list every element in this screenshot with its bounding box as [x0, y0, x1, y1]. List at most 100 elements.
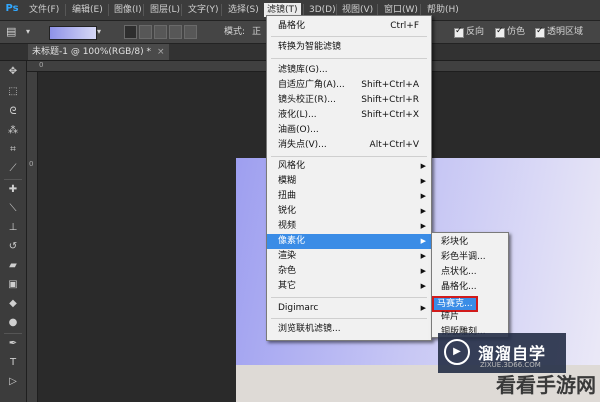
mode-select[interactable]: 正	[252, 26, 261, 38]
diamond-gradient-button[interactable]	[184, 25, 197, 39]
filter-adaptive-wide-angle[interactable]: 自适应广角(A)... Shift+Ctrl+A	[267, 78, 431, 93]
menu-item-shortcut: Ctrl+F	[390, 21, 419, 31]
blur-icon[interactable]: ◆	[4, 297, 22, 311]
menu-separator	[181, 4, 182, 16]
move-icon[interactable]: ✥	[4, 65, 22, 79]
history-brush-icon[interactable]: ↺	[4, 240, 22, 254]
filter-vanishing-point[interactable]: 消失点(V)... Alt+Ctrl+V	[267, 138, 431, 153]
gradient-dropdown-icon[interactable]: ▾	[97, 26, 101, 38]
play-logo-icon: ▶	[444, 339, 470, 365]
site-watermark: 看看手游网	[496, 373, 596, 397]
menu-item-label: 消失点(V)...	[278, 140, 327, 150]
crop-icon[interactable]: ⌗	[4, 143, 22, 157]
menu-separator	[271, 36, 427, 37]
filter-pixelate[interactable]: 像素化 ▶	[267, 234, 431, 249]
mode-label: 模式:	[224, 27, 246, 37]
menu-item-label: 液化(L)...	[278, 110, 317, 120]
menu-separator	[65, 4, 66, 16]
lasso-icon[interactable]: ᘓ	[4, 105, 22, 119]
filter-distort[interactable]: 扭曲 ▶	[267, 189, 431, 204]
menu-item-label: 渲染	[278, 251, 297, 261]
menu-item-shortcut: Shift+Ctrl+X	[361, 110, 419, 120]
pixelate-facet[interactable]: 彩块化	[432, 235, 508, 250]
marquee-icon[interactable]: ⬚	[4, 85, 22, 99]
menu-item-label: 其它	[278, 281, 297, 291]
menu-layer[interactable]: 图层(L)	[147, 3, 183, 17]
angle-gradient-button[interactable]	[154, 25, 167, 39]
filter-digimarc[interactable]: Digimarc ▶	[267, 301, 431, 316]
filter-menu: 晶格化 Ctrl+F 转换为智能滤镜 滤镜库(G)... 自适应广角(A)... S…	[266, 15, 432, 341]
filter-gallery[interactable]: 滤镜库(G)...	[267, 63, 431, 78]
dodge-icon[interactable]: ●	[4, 316, 22, 330]
menu-file[interactable]: 文件(F)	[26, 3, 62, 17]
pixelate-pointillize[interactable]: 点状化...	[432, 265, 508, 280]
brush-icon[interactable]: ⟍	[4, 202, 22, 216]
close-tab-icon[interactable]: ×	[157, 47, 165, 57]
filter-oil-paint[interactable]: 油画(O)...	[267, 123, 431, 138]
menu-item-label: 滤镜库(G)...	[278, 65, 328, 75]
menu-image[interactable]: 图像(I)	[111, 3, 145, 17]
radial-gradient-button[interactable]	[139, 25, 152, 39]
magic-wand-icon[interactable]: ⁂	[4, 124, 22, 138]
document-tab-title: 未标题-1 @ 100%(RGB/8) *	[32, 47, 151, 57]
submenu-item-label: 彩块化	[441, 237, 469, 247]
submenu-arrow-icon: ▶	[420, 162, 426, 170]
transparency-checkbox[interactable]	[535, 26, 545, 38]
filter-lens-correction[interactable]: 镜头校正(R)... Shift+Ctrl+R	[267, 93, 431, 108]
filter-liquify[interactable]: 液化(L)... Shift+Ctrl+X	[267, 108, 431, 123]
submenu-arrow-icon: ▶	[420, 304, 426, 312]
eyedropper-icon[interactable]: ⟋	[4, 162, 22, 176]
filter-noise[interactable]: 杂色 ▶	[267, 264, 431, 279]
gradient-icon[interactable]: ▣	[4, 278, 22, 292]
menu-separator	[271, 58, 427, 59]
tools-panel: ✥ ⬚ ᘓ ⁂ ⌗ ⟋ ✚ ⟍ ⊥ ↺ ▰ ▣ ◆ ● ✒ T ▷	[0, 61, 27, 402]
menu-select[interactable]: 选择(S)	[225, 3, 262, 17]
menu-item-label: 镜头校正(R)...	[278, 95, 336, 105]
filter-render[interactable]: 渲染 ▶	[267, 249, 431, 264]
menu-edit[interactable]: 编辑(E)	[69, 3, 106, 17]
pixelate-mosaic[interactable]: 马赛克...	[432, 295, 508, 312]
dither-checkbox[interactable]	[495, 26, 505, 38]
pen-icon[interactable]: ✒	[4, 337, 22, 351]
menu-type[interactable]: 文字(Y)	[185, 3, 222, 17]
pixelate-fragment[interactable]: 碎片	[432, 310, 508, 325]
filter-stylize[interactable]: 风格化 ▶	[267, 159, 431, 174]
reflected-gradient-button[interactable]	[169, 25, 182, 39]
reverse-checkbox[interactable]	[454, 26, 464, 38]
pixelate-color-halftone[interactable]: 彩色半调...	[432, 250, 508, 265]
filter-sharpen[interactable]: 锐化 ▶	[267, 204, 431, 219]
gradient-picker[interactable]	[49, 26, 97, 40]
submenu-arrow-icon: ▶	[420, 252, 426, 260]
menu-separator	[271, 318, 427, 319]
menu-item-label: 风格化	[278, 161, 306, 171]
filter-last-crystallize[interactable]: 晶格化 Ctrl+F	[267, 19, 431, 34]
preset-dropdown-icon[interactable]: ▾	[26, 26, 30, 38]
menu-item-label: 视频	[278, 221, 297, 231]
filter-video[interactable]: 视频 ▶	[267, 219, 431, 234]
linear-gradient-button[interactable]	[124, 25, 137, 39]
menu-separator	[143, 4, 144, 16]
menu-item-label: 像素化	[278, 236, 306, 246]
eraser-icon[interactable]: ▰	[4, 259, 22, 273]
menu-item-label: 锐化	[278, 206, 297, 216]
filter-blur[interactable]: 模糊 ▶	[267, 174, 431, 189]
pixelate-submenu: 彩块化 彩色半调... 点状化... 晶格化... 马赛克... 碎片 铜版雕刻…	[431, 232, 509, 338]
ruler-zero-label: 0	[39, 61, 44, 69]
submenu-arrow-icon: ▶	[420, 192, 426, 200]
filter-convert-smart[interactable]: 转换为智能滤镜	[267, 40, 431, 55]
submenu-item-label: 彩色半调...	[441, 252, 486, 262]
type-icon[interactable]: T	[4, 356, 22, 370]
filter-other[interactable]: 其它 ▶	[267, 279, 431, 294]
menu-item-label: 转换为智能滤镜	[278, 42, 342, 52]
filter-browse-online[interactable]: 浏览联机滤镜...	[267, 322, 431, 337]
tool-preset-icon[interactable]: ▤	[6, 26, 16, 38]
pixelate-crystallize[interactable]: 晶格化...	[432, 280, 508, 295]
dither-label: 仿色	[507, 27, 526, 37]
healing-icon[interactable]: ✚	[4, 183, 22, 197]
menu-separator	[271, 156, 427, 157]
tools-separator	[4, 179, 22, 180]
path-select-icon[interactable]: ▷	[4, 375, 22, 389]
document-tab[interactable]: 未标题-1 @ 100%(RGB/8) * ×	[28, 44, 169, 60]
menu-separator	[271, 297, 427, 298]
stamp-icon[interactable]: ⊥	[4, 221, 22, 235]
